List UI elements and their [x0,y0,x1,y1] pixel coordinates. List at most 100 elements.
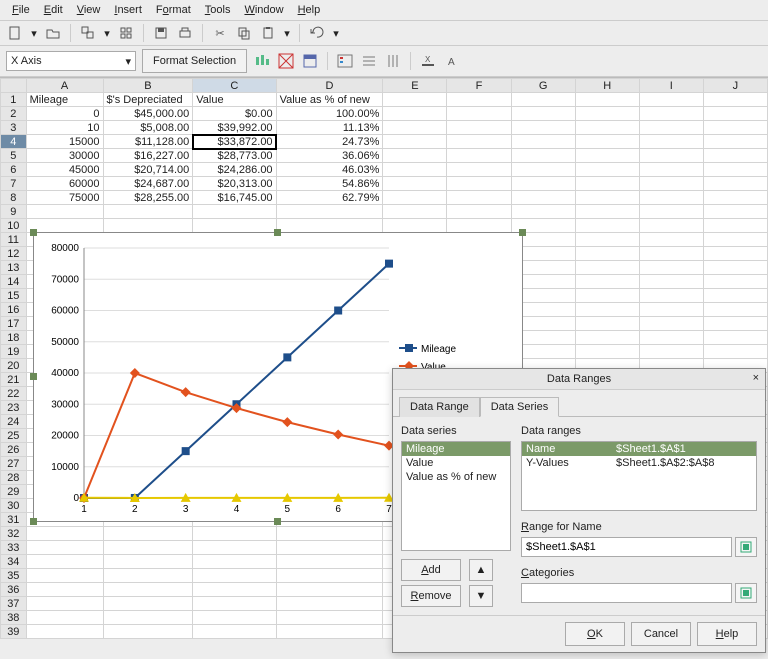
paste-dropdown[interactable]: ▾ [283,24,291,42]
cell-C3[interactable]: $39,992.00 [193,121,276,135]
data-series-list[interactable]: Mileage Value Value as % of new [401,441,511,551]
save-icon[interactable] [152,24,170,42]
cell-C6[interactable]: $24,286.00 [193,163,276,177]
row-4[interactable]: 4 [1,135,27,149]
cell-A4[interactable]: 15000 [26,135,103,149]
grid-h-icon[interactable] [360,52,378,70]
cell-B3[interactable]: $5,008.00 [103,121,193,135]
cell-D6[interactable]: 46.03% [276,163,383,177]
range-for-name-input[interactable] [521,537,732,557]
format-selection-button[interactable]: Format Selection [142,49,247,73]
cell-B2[interactable]: $45,000.00 [103,107,193,121]
cell-C5[interactable]: $28,773.00 [193,149,276,163]
data-ranges-table[interactable]: Name$Sheet1.$A$1 Y-Values$Sheet1.$A$2:$A… [521,441,757,511]
grid-v-icon[interactable] [384,52,402,70]
row-2[interactable]: 2 [1,107,27,121]
series-item-pct[interactable]: Value as % of new [402,470,510,484]
fmt-icon-1[interactable] [253,52,271,70]
cell-D1[interactable]: Value as % of new [276,93,383,107]
col-E[interactable]: E [383,79,447,93]
cell-A5[interactable]: 30000 [26,149,103,163]
axis-x-icon[interactable]: X [419,52,437,70]
fmt-icon-3[interactable] [301,52,319,70]
menu-format[interactable]: Format [150,2,197,18]
cell-B4[interactable]: $11,128.00 [103,135,193,149]
cell-D4[interactable]: 24.73% [276,135,383,149]
undo-dropdown[interactable]: ▾ [332,24,340,42]
col-J[interactable]: J [703,79,767,93]
cell-A3[interactable]: 10 [26,121,103,135]
cell-D8[interactable]: 62.79% [276,191,383,205]
format-selection-combo[interactable]: X Axis ▾ [6,51,136,71]
cell-C8[interactable]: $16,745.00 [193,191,276,205]
shapes-dropdown[interactable]: ▾ [103,24,111,42]
series-item-mileage[interactable]: Mileage [402,442,510,456]
col-I[interactable]: I [639,79,703,93]
row-7[interactable]: 7 [1,177,27,191]
menu-view[interactable]: View [71,2,107,18]
menu-tools[interactable]: Tools [199,2,237,18]
col-B[interactable]: B [103,79,193,93]
menu-file[interactable]: File [6,2,36,18]
legend-icon[interactable] [336,52,354,70]
new-doc-icon[interactable] [6,24,24,42]
col-F[interactable]: F [447,79,511,93]
row-8[interactable]: 8 [1,191,27,205]
new-doc-dropdown[interactable]: ▾ [30,24,38,42]
cell-D3[interactable]: 11.13% [276,121,383,135]
cell-C4[interactable]: $33,872.00 [193,135,276,149]
row-5[interactable]: 5 [1,149,27,163]
menu-insert[interactable]: Insert [108,2,148,18]
cell-A6[interactable]: 45000 [26,163,103,177]
row-3[interactable]: 3 [1,121,27,135]
col-C[interactable]: C [193,79,276,93]
cell-B8[interactable]: $28,255.00 [103,191,193,205]
series-item-value[interactable]: Value [402,456,510,470]
ok-button[interactable]: OK [565,622,625,646]
open-icon[interactable] [44,24,62,42]
copy-icon[interactable] [235,24,253,42]
cell-B7[interactable]: $24,687.00 [103,177,193,191]
remove-button[interactable]: Remove [401,585,461,607]
col-A[interactable]: A [26,79,103,93]
dialog-title-bar[interactable]: Data Ranges × [393,369,765,390]
categories-input[interactable] [521,583,732,603]
menu-help[interactable]: Help [292,2,327,18]
cell-D5[interactable]: 36.06% [276,149,383,163]
cell-C2[interactable]: $0.00 [193,107,276,121]
cell-B1[interactable]: $'s Depreciated [103,93,193,107]
menu-edit[interactable]: Edit [38,2,69,18]
move-down-button[interactable]: ▼ [469,585,493,607]
tab-data-range[interactable]: Data Range [399,397,480,417]
undo-icon[interactable] [308,24,326,42]
cell-C7[interactable]: $20,313.00 [193,177,276,191]
move-up-button[interactable]: ▲ [469,559,493,581]
help-button[interactable]: Help [697,622,757,646]
cell-A8[interactable]: 75000 [26,191,103,205]
menu-window[interactable]: Window [238,2,289,18]
cell-D2[interactable]: 100.00% [276,107,383,121]
row-1[interactable]: 1 [1,93,27,107]
cell-B6[interactable]: $20,714.00 [103,163,193,177]
col-G[interactable]: G [511,79,575,93]
cell-C1[interactable]: Value [193,93,276,107]
shapes-icon[interactable] [79,24,97,42]
axis-a-icon[interactable]: A [443,52,461,70]
close-icon[interactable]: × [753,372,759,384]
pick-categories-icon[interactable] [735,583,757,603]
cell-B5[interactable]: $16,227.00 [103,149,193,163]
cell-A1[interactable]: Mileage [26,93,103,107]
tab-data-series[interactable]: Data Series [480,397,559,417]
col-H[interactable]: H [575,79,639,93]
pick-range-icon[interactable] [735,537,757,557]
fmt-icon-2[interactable] [277,52,295,70]
paste-icon[interactable] [259,24,277,42]
row-6[interactable]: 6 [1,163,27,177]
cut-icon[interactable]: ✂ [211,24,229,42]
ranges-row-name[interactable]: Y-Values [522,456,612,470]
ranges-row-val[interactable]: $Sheet1.$A$2:$A$8 [612,456,718,470]
cell-A7[interactable]: 60000 [26,177,103,191]
cell-A2[interactable]: 0 [26,107,103,121]
add-button[interactable]: Add [401,559,461,581]
cell-D7[interactable]: 54.86% [276,177,383,191]
